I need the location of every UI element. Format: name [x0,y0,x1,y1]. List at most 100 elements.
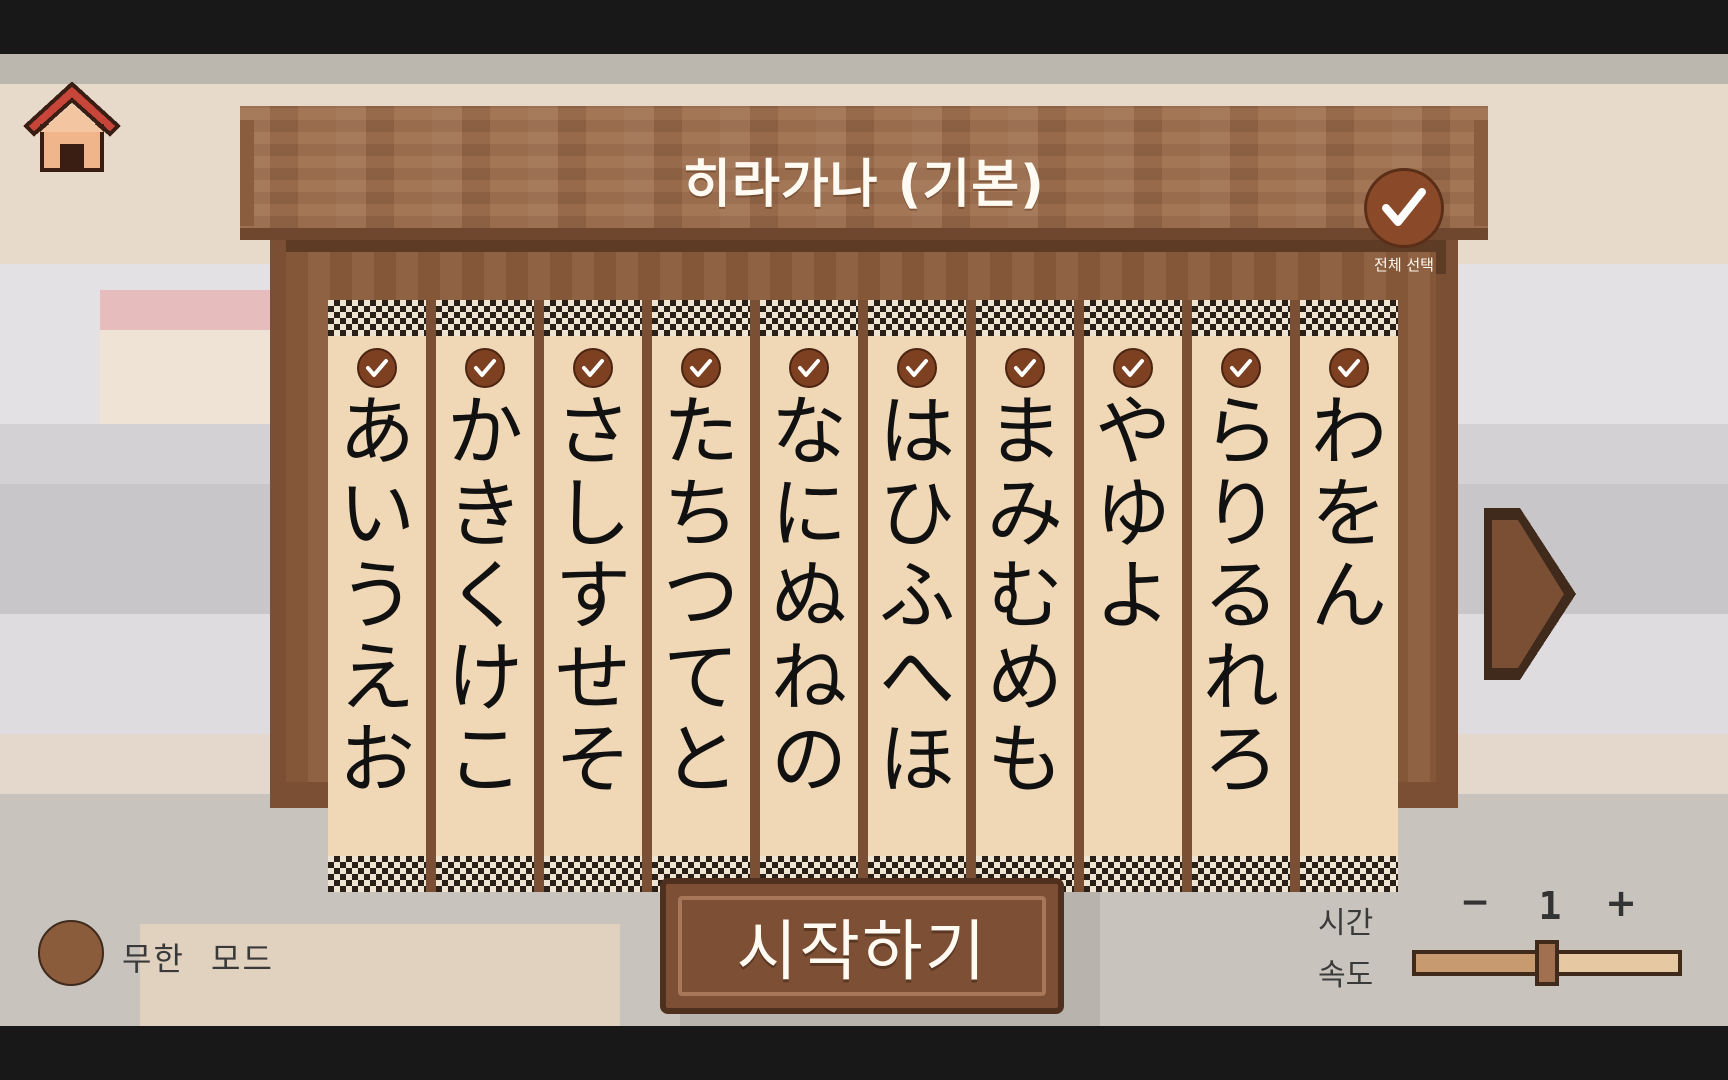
checkmark-icon [1382,188,1426,226]
kana-character: を [1311,469,1387,558]
kana-character: つ [663,551,739,640]
kana-character: る [1203,551,1279,640]
column-separator [750,300,760,892]
kana-character: わ [1311,387,1387,476]
kana-character: よ [1095,551,1171,640]
time-value: 1 [1538,884,1562,928]
select-all-label: 전체 선택 [1374,256,1434,274]
column-checkbox[interactable] [897,348,937,388]
kana-character: せ [555,633,631,722]
column-pattern-bottom [1084,856,1182,892]
column-separator [1182,300,1192,892]
column-checkbox[interactable] [357,348,397,388]
kana-character: も [987,715,1063,804]
column-pattern-top [1084,300,1182,336]
column-checkbox[interactable] [465,348,505,388]
kana-character: た [663,387,739,476]
kana-character: く [447,551,523,640]
column-checkbox[interactable] [1005,348,1045,388]
kana-column: たちつてと [652,300,760,892]
column-pattern-top [1192,300,1290,336]
kana-character: な [771,387,847,476]
kana-column: かきくけこ [436,300,544,892]
speed-slider-handle[interactable] [1535,940,1559,986]
column-separator [642,300,652,892]
kana-character: へ [879,633,955,722]
kana-character: り [1203,469,1279,558]
checkmark-icon [582,359,604,377]
column-checkbox[interactable] [681,348,721,388]
kana-column: はひふへほ [868,300,976,892]
time-plus-button[interactable]: + [1604,884,1638,922]
kana-character: に [771,469,847,558]
column-checkbox[interactable] [789,348,829,388]
column-pattern-top [760,300,858,336]
kana-character: ん [1311,551,1387,640]
time-minus-button[interactable]: − [1458,885,1492,921]
kana-character: と [663,715,739,804]
checkmark-icon [798,359,820,377]
column-pattern-bottom [436,856,534,892]
kana-character: み [987,469,1063,558]
kana-column: らりるれろ [1192,300,1300,892]
game-screen: 히라가나 (기본) 전체 선택 あいうえおかきくけこさしすせそたちつてとなにぬね… [0,54,1728,1026]
kana-character: か [447,387,523,476]
column-pattern-top [868,300,966,336]
checkmark-icon [1014,359,1036,377]
kana-character: ゆ [1095,469,1171,558]
kana-character: は [879,387,955,476]
column-pattern-bottom [544,856,642,892]
column-separator [858,300,868,892]
column-checkbox[interactable] [1329,348,1369,388]
kana-character: し [555,469,631,558]
checkmark-icon [1230,359,1252,377]
kana-character: す [555,551,631,640]
column-separator [1074,300,1084,892]
column-checkbox[interactable] [1221,348,1261,388]
kana-character: け [447,633,523,722]
checkmark-icon [474,359,496,377]
column-pattern-top [436,300,534,336]
kana-column: やゆよ [1084,300,1192,892]
kana-character: え [339,633,415,722]
column-separator [426,300,436,892]
start-button-label: 시작하기 [736,913,988,990]
page-title: 히라가나 (기본) [683,155,1045,215]
column-separator [966,300,976,892]
kana-character: れ [1203,633,1279,722]
column-pattern-bottom [1300,856,1398,892]
checkmark-icon [690,359,712,377]
kana-character: め [987,633,1063,722]
kana-character: ぬ [771,551,847,640]
column-pattern-top [652,300,750,336]
column-pattern-top [1300,300,1398,336]
next-arrow-icon[interactable] [1480,504,1580,684]
start-button[interactable]: 시작하기 [660,878,1064,1014]
column-checkbox[interactable] [1113,348,1153,388]
infinite-mode-toggle[interactable] [38,920,104,986]
kana-character: こ [447,715,523,804]
kana-character: て [663,633,739,722]
kana-character: い [339,469,415,558]
kana-character: ほ [879,715,955,804]
column-pattern-bottom [328,856,426,892]
kana-character: む [987,551,1063,640]
kana-character: ろ [1203,715,1279,804]
checkmark-icon [1338,359,1360,377]
speed-label: 속도 [1318,958,1374,993]
kana-column: さしすせそ [544,300,652,892]
kana-character: そ [555,715,631,804]
speed-slider[interactable] [1412,940,1682,986]
kana-board: 히라가나 (기본) 전체 선택 あいうえおかきくけこさしすせそたちつてとなにぬね… [240,106,1488,892]
column-checkbox[interactable] [573,348,613,388]
select-all-button[interactable] [1364,168,1444,248]
kana-character: さ [555,387,631,476]
kana-character: お [339,715,415,804]
checkmark-icon [366,359,388,377]
column-pattern-top [328,300,426,336]
kana-character: ふ [879,551,955,640]
home-icon[interactable] [22,82,122,178]
kana-character: ら [1203,387,1279,476]
kana-column: なにぬねの [760,300,868,892]
checkmark-icon [906,359,928,377]
